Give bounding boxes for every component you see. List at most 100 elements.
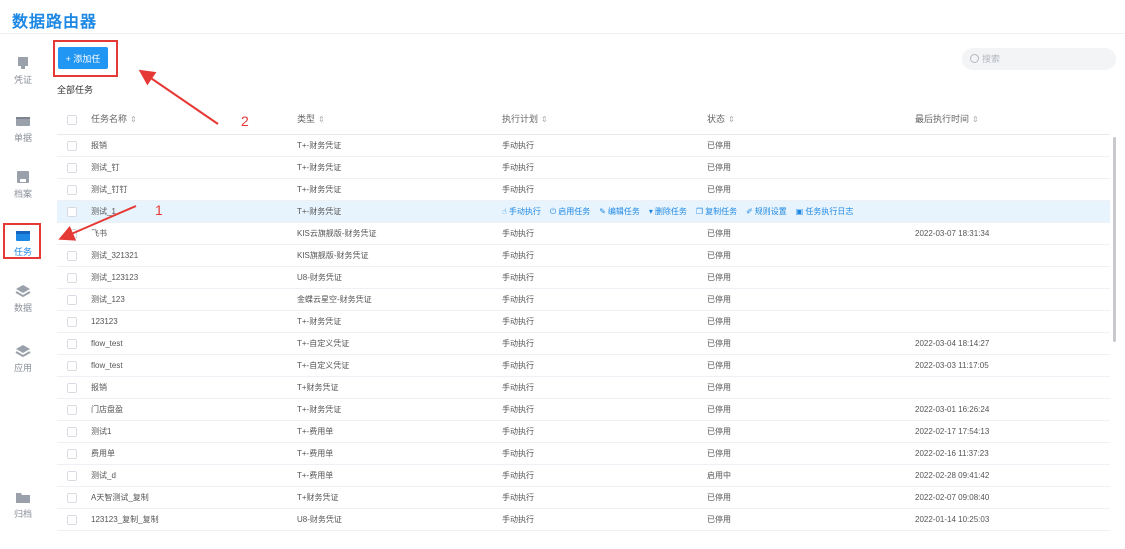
- task-type: T+-财务凭证: [297, 317, 342, 326]
- task-status: 已停用: [707, 185, 731, 194]
- section-title: 全部任务: [57, 85, 94, 95]
- sidebar-item-archive[interactable]: 档案: [4, 164, 42, 204]
- sort-icon: ⇕: [541, 115, 548, 124]
- task-plan: 手动执行: [502, 141, 534, 150]
- table-row[interactable]: 123123 T+-财务凭证 手动执行 已停用: [57, 311, 1110, 333]
- row-checkbox[interactable]: [67, 471, 77, 481]
- action-6[interactable]: ▣ 任务执行日志: [796, 207, 854, 216]
- task-name: 测试_1: [91, 207, 116, 216]
- table-row[interactable]: 测试1 T+-费用单 手动执行 已停用 2022-02-17 17:54:13: [57, 421, 1110, 443]
- task-last-run: 2022-03-03 11:17:05: [915, 361, 989, 370]
- trash-icon: ▾: [648, 207, 653, 216]
- task-status: 已停用: [707, 295, 731, 304]
- header-divider: [0, 33, 1125, 34]
- table-row[interactable]: 报销 T+-财务凭证 手动执行 已停用: [57, 135, 1110, 157]
- task-name: A天智测试_复制: [91, 493, 149, 502]
- highlight-box-add-button: [53, 40, 118, 77]
- table-row[interactable]: flow_test T+-自定义凭证 手动执行 已停用 2022-03-04 18:14…: [57, 333, 1110, 355]
- sidebar-item-label: 归档: [13, 509, 32, 519]
- row-checkbox[interactable]: [67, 405, 77, 415]
- task-status: 已停用: [707, 493, 731, 502]
- app-title: 数据路由器: [12, 14, 98, 31]
- table-row[interactable]: 测试_d T+-费用单 手动执行 启用中 2022-02-28 09:41:42: [57, 465, 1110, 487]
- task-type: T+-财务凭证: [297, 141, 342, 150]
- row-checkbox[interactable]: [67, 229, 77, 239]
- task-status: 已停用: [707, 405, 731, 414]
- task-plan: 手动执行: [502, 185, 534, 194]
- document-icon: [16, 117, 30, 126]
- sort-icon: ⇕: [130, 115, 137, 124]
- table-row[interactable]: 测试_1 T+-财务凭证 ☝ 手动执行 ⏻ 启用任务 ✎ 编辑任务 ▾ 删除任务 ❐ 复制任务 ✐ 规则设…: [57, 201, 1110, 223]
- table-row[interactable]: 测试_钉 T+-财务凭证 手动执行 已停用: [57, 157, 1110, 179]
- row-checkbox[interactable]: [67, 207, 77, 217]
- row-checkbox[interactable]: [67, 163, 77, 173]
- table-row[interactable]: 测试_123123 U8-财务凭证 手动执行 已停用: [57, 267, 1110, 289]
- table-header: 任务名称 ⇕ 类型 ⇕ 执行计划 ⇕ 状态 ⇕ 最后执行时间 ⇕: [57, 104, 1110, 135]
- sidebar-item-archived[interactable]: 归档: [4, 484, 42, 524]
- sidebar-item-voucher[interactable]: 凭证: [4, 50, 42, 90]
- task-status: 已停用: [707, 361, 731, 370]
- sidebar-item-document[interactable]: 单据: [4, 108, 42, 148]
- action-0[interactable]: ☝ 手动执行: [502, 207, 541, 216]
- action-2[interactable]: ✎ 编辑任务: [599, 207, 640, 216]
- header-name[interactable]: 任务名称 ⇕: [91, 104, 137, 135]
- row-checkbox[interactable]: [67, 295, 77, 305]
- sort-icon: ⇕: [728, 115, 735, 124]
- task-name: 门店盘盈: [91, 405, 123, 414]
- highlight-box-task-nav: [3, 223, 41, 259]
- row-checkbox[interactable]: [67, 185, 77, 195]
- header-plan[interactable]: 执行计划 ⇕: [502, 104, 548, 135]
- header-last-run[interactable]: 最后执行时间 ⇕: [915, 104, 979, 135]
- task-type: 金蝶云星空-财务凭证: [297, 295, 372, 304]
- table-row[interactable]: 测试_钉钉 T+-财务凭证 手动执行 已停用: [57, 179, 1110, 201]
- row-checkbox[interactable]: [67, 383, 77, 393]
- task-status: 已停用: [707, 163, 731, 172]
- select-all-checkbox[interactable]: [67, 115, 77, 125]
- sidebar-item-data[interactable]: 数据: [4, 278, 42, 318]
- row-checkbox[interactable]: [67, 515, 77, 525]
- task-status: 已停用: [707, 449, 731, 458]
- action-4[interactable]: ❐ 复制任务: [696, 207, 737, 216]
- row-actions: ☝ 手动执行 ⏻ 启用任务 ✎ 编辑任务 ▾ 删除任务 ❐ 复制任务 ✐ 规则设置 ▣ 任务执行日志: [502, 201, 862, 222]
- action-3[interactable]: ▾ 删除任务: [649, 207, 687, 216]
- task-last-run: 2022-02-16 11:37:23: [915, 449, 989, 458]
- table-row[interactable]: 123123_复制_复制 U8-财务凭证 手动执行 已停用 2022-01-14 10:…: [57, 509, 1110, 531]
- wrench-icon: ✐: [746, 207, 753, 216]
- task-plan: 手动执行: [502, 471, 534, 480]
- sidebar-item-label: 档案: [13, 189, 32, 199]
- task-name: 报销: [91, 141, 107, 150]
- table-row[interactable]: 报销 T+财务凭证 手动执行 已停用: [57, 377, 1110, 399]
- search-input[interactable]: 搜索: [962, 48, 1116, 70]
- row-checkbox[interactable]: [67, 339, 77, 349]
- table-row[interactable]: 门店盘盈 T+-财务凭证 手动执行 已停用 2022-03-01 16:26:24: [57, 399, 1110, 421]
- vertical-scrollbar[interactable]: [1113, 137, 1116, 342]
- sidebar-item-label: 凭证: [13, 75, 32, 85]
- header-status[interactable]: 状态 ⇕: [707, 104, 735, 135]
- task-name: 测试_钉钉: [91, 185, 128, 194]
- search-icon: [970, 54, 979, 63]
- table-row[interactable]: 费用单 T+-费用单 手动执行 已停用 2022-02-16 11:37:23: [57, 443, 1110, 465]
- table-row[interactable]: 飞书 KIS云旗舰版-财务凭证 手动执行 已停用 2022-03-07 18:31:34: [57, 223, 1110, 245]
- table-row[interactable]: 测试_123 金蝶云星空-财务凭证 手动执行 已停用: [57, 289, 1110, 311]
- table-row[interactable]: 测试_321321 KIS旗舰版-财务凭证 手动执行 已停用: [57, 245, 1110, 267]
- table-row[interactable]: A天智测试_复制 T+财务凭证 手动执行 已停用 2022-02-07 09:08:40: [57, 487, 1110, 509]
- row-checkbox[interactable]: [67, 141, 77, 151]
- action-5[interactable]: ✐ 规则设置: [746, 207, 787, 216]
- task-plan: 手动执行: [502, 449, 534, 458]
- row-checkbox[interactable]: [67, 317, 77, 327]
- sidebar-item-apps[interactable]: 应用: [4, 338, 42, 378]
- row-checkbox[interactable]: [67, 251, 77, 261]
- row-checkbox[interactable]: [67, 361, 77, 371]
- task-status: 已停用: [707, 273, 731, 282]
- action-1[interactable]: ⏻ 启用任务: [550, 207, 590, 216]
- task-plan: 手动执行: [502, 515, 534, 524]
- task-plan: 手动执行: [502, 383, 534, 392]
- row-checkbox[interactable]: [67, 427, 77, 437]
- row-checkbox[interactable]: [67, 449, 77, 459]
- row-checkbox[interactable]: [67, 273, 77, 283]
- table-row[interactable]: flow_test T+-自定义凭证 手动执行 已停用 2022-03-03 11:17…: [57, 355, 1110, 377]
- row-checkbox[interactable]: [67, 493, 77, 503]
- task-name: flow_test: [91, 361, 123, 370]
- task-plan: 手动执行: [502, 405, 534, 414]
- header-type[interactable]: 类型 ⇕: [297, 104, 325, 135]
